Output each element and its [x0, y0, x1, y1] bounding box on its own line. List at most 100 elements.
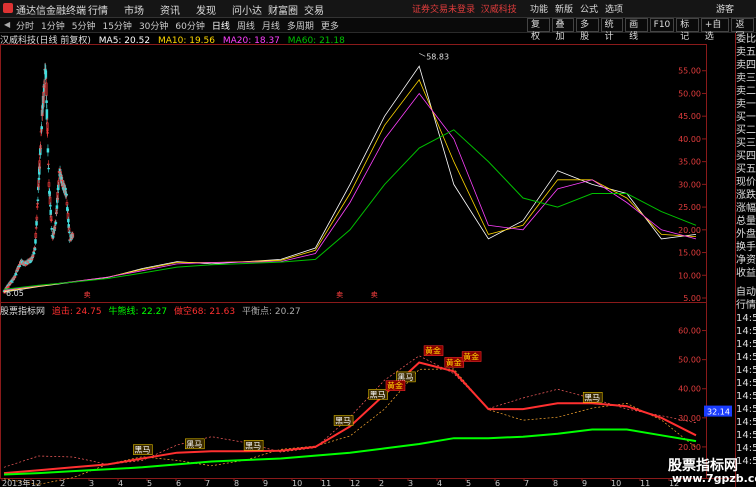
tool-button-6[interactable]: 标记 [676, 18, 699, 42]
candle-body [29, 261, 32, 263]
xaxis-label-17: 6 [495, 479, 500, 487]
xaxis-label-1: 12 [31, 479, 41, 487]
tab-period-3[interactable]: 15分钟 [102, 19, 131, 32]
tool-button-0[interactable]: 复权 [527, 18, 550, 42]
quote-label-10: 买五 [736, 164, 756, 175]
candle-body [34, 239, 37, 244]
tick-time-2: 14:50 [736, 339, 756, 350]
candle-body [46, 148, 50, 153]
low-price-label: 6.05 [6, 289, 24, 298]
tool-button-4[interactable]: 画线 [625, 18, 648, 42]
quote-label-13: 涨幅 [736, 203, 756, 214]
candle-body [68, 231, 71, 234]
menu-item-3[interactable]: 发现 [196, 2, 232, 17]
xaxis-label-13: 2 [379, 479, 384, 487]
quote-lower: 自动 行情 [736, 286, 756, 312]
quote-lower-1[interactable]: 行情 [736, 299, 756, 312]
quote-lower-0[interactable]: 自动 [736, 286, 756, 299]
menu-item-5[interactable]: 财富圈 [268, 2, 304, 17]
candle-body [39, 148, 42, 155]
quote-label-8: 买三 [736, 138, 756, 149]
guest-label[interactable]: 游客 [716, 2, 734, 15]
tab-period-6[interactable]: 日线 [212, 19, 230, 32]
candle-body [67, 224, 70, 228]
signal-tag-7: 黄金 [446, 357, 462, 367]
tool-buttons: 复权叠加多股统计画线F10标记+自选返回 [527, 18, 756, 42]
candle-body [60, 176, 64, 179]
tool-button-1[interactable]: 叠加 [551, 18, 575, 42]
xaxis-label-22: 11 [640, 479, 650, 487]
candle-body [36, 199, 40, 202]
candle-body [44, 70, 48, 79]
collapse-icon[interactable]: ◀ [4, 20, 10, 29]
signal-tag-9: 黄金 [463, 352, 479, 362]
candle-body [48, 191, 51, 197]
quote-label-16: 换手 [736, 242, 756, 253]
login-notice[interactable]: 证券交易未登录 汉威科技 [412, 2, 517, 15]
main-menu: 行情 市场 资讯 发现 问小达 财富圈 交易 [88, 2, 340, 17]
tick-time-3: 14:50 [736, 352, 756, 363]
quote-label-2: 卖四 [736, 60, 756, 71]
quote-label-5: 卖一 [736, 99, 756, 110]
tool-button-7[interactable]: +自选 [700, 18, 730, 42]
tool-button-5[interactable]: F10 [649, 18, 675, 32]
tab-period-1[interactable]: 1分钟 [41, 19, 65, 32]
ind-tick-label-0: 60.00 [678, 327, 701, 336]
price-tick-label-1: 50.00 [678, 89, 701, 98]
toolbar: ◀ 分时 1分钟 5分钟 15分钟 30分钟 60分钟 日线 周线 月线 多周期 更多 复权 叠加 多股… [0, 18, 756, 42]
xaxis-label-7: 7 [205, 479, 210, 487]
menu-item-1[interactable]: 市场 [124, 2, 160, 17]
tab-period-2[interactable]: 5分钟 [72, 19, 96, 32]
candle-body [66, 208, 69, 212]
chart-area[interactable]: 55.0050.0045.0040.0035.0030.0025.0020.00… [0, 44, 735, 487]
top-menu-item-3[interactable]: 选项 [605, 2, 627, 15]
tab-period-5[interactable]: 60分钟 [175, 19, 204, 32]
top-menu-item-2[interactable]: 公式 [580, 2, 602, 15]
xaxis-label-0: 2013年 [2, 478, 30, 487]
candle-body [11, 281, 14, 283]
top-menu-item-1[interactable]: 新版 [555, 2, 577, 15]
tab-period-8[interactable]: 月线 [262, 19, 280, 32]
price-tick-label-4: 35.00 [678, 158, 701, 167]
tool-button-2[interactable]: 多股 [576, 18, 599, 42]
tick-time-4: 14:50 [736, 365, 756, 376]
signal-tag-8: 黑马 [584, 393, 600, 402]
tab-period-0[interactable]: 分时 [16, 19, 34, 32]
tick-time-5: 14:50 [736, 378, 756, 389]
balance-label: 平衡点: 20.27 [241, 307, 301, 317]
menu-item-0[interactable]: 行情 [88, 2, 124, 17]
tool-button-8[interactable]: 返回 [731, 18, 754, 42]
tick-time-9: 14:50 [736, 430, 756, 441]
tick-time-6: 14:50 [736, 391, 756, 402]
menu-item-4[interactable]: 问小达 [232, 2, 268, 17]
tab-period-9[interactable]: 多周期 [287, 19, 314, 32]
price-tick-label-9: 10.00 [678, 271, 701, 280]
tab-period-7[interactable]: 周线 [237, 19, 255, 32]
tab-period-10[interactable]: 更多 [321, 19, 339, 32]
tool-button-3[interactable]: 统计 [600, 18, 624, 42]
price-tick-label-10: 5.00 [683, 294, 701, 303]
ma-line-ma10 [3, 79, 697, 292]
sell-marker-3: 卖 [371, 291, 378, 299]
tick-time-8: 14:50 [736, 417, 756, 428]
candle-body [35, 220, 38, 226]
tab-period-4[interactable]: 30分钟 [139, 19, 168, 32]
price-tick-label-5: 30.00 [678, 180, 701, 189]
candle-body [45, 100, 48, 104]
signal-tag-4: 黑马 [370, 390, 386, 399]
price-tick-label-6: 25.00 [678, 203, 701, 212]
price-tick-label-8: 15.00 [678, 249, 701, 258]
tick-time-10: 14:50 [736, 443, 756, 454]
ind-tick-label-2: 40.00 [678, 385, 701, 394]
current-value-label: 32.14 [707, 408, 730, 417]
quote-label-7: 买二 [736, 125, 756, 136]
ind-tick-label-4: 20.00 [678, 443, 701, 452]
candle-body [67, 218, 70, 223]
quote-label-11: 现价 [736, 177, 756, 188]
menu-item-6[interactable]: 交易 [304, 2, 340, 17]
candle-body [55, 205, 59, 209]
xaxis-label-6: 6 [176, 479, 181, 487]
menu-item-2[interactable]: 资讯 [160, 2, 196, 17]
quote-labels: 委比 卖五 卖四 卖三 卖二 卖一 买一 买二 买三 买四 买五 现价 涨跌 涨幅 总量 外盘 换手 净资 收益 [736, 33, 756, 280]
top-menu-item-0[interactable]: 功能 [530, 2, 552, 15]
